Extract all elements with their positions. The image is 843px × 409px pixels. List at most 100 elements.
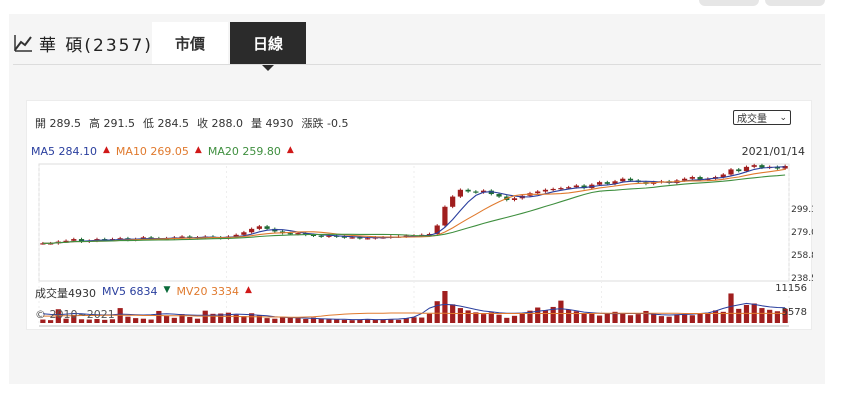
stock-panel: 華 碩(2357) 市價 日線 299.3279.0258.8238.51115… xyxy=(9,14,825,384)
price-candle xyxy=(349,237,355,239)
tab-daily-line[interactable]: 日線 xyxy=(230,22,306,71)
volume-bar xyxy=(596,315,603,323)
top-right-tab[interactable] xyxy=(699,0,759,6)
ma20-up-icon: ▲ xyxy=(286,145,294,155)
volume-bar xyxy=(705,312,711,323)
volume-bar xyxy=(272,318,278,323)
volume-bar xyxy=(736,308,742,323)
volume-bar xyxy=(349,320,355,323)
volume-axis-label: 11156 xyxy=(775,283,807,294)
high-value: 高 291.5 xyxy=(89,117,135,130)
volume-bar xyxy=(372,319,378,323)
price-candle xyxy=(496,194,502,197)
volume-bar xyxy=(140,318,146,323)
price-candle xyxy=(689,177,695,179)
price-candle xyxy=(596,182,603,185)
volume-bar xyxy=(658,316,665,323)
volume-bar xyxy=(194,318,201,323)
mv20-up-icon: ▲ xyxy=(244,285,252,295)
indicator-select-value: 成交量 xyxy=(737,114,767,125)
chart-card: 299.3279.0258.8238.51115655782020/112020… xyxy=(26,100,813,330)
top-right-tabs xyxy=(699,0,825,6)
volume-bar xyxy=(156,310,162,323)
volume-bar xyxy=(295,318,301,323)
top-right-tab[interactable] xyxy=(765,0,825,6)
volume-bar xyxy=(411,317,417,323)
volume-bar xyxy=(326,319,332,323)
price-axis-label: 258.8 xyxy=(791,251,813,261)
price-candle xyxy=(457,189,463,197)
price-candle xyxy=(365,238,371,240)
price-candle xyxy=(450,196,456,207)
volume-bar xyxy=(620,312,626,323)
price-candle xyxy=(71,239,77,241)
volume-bar xyxy=(604,313,610,323)
open-value: 開 289.5 xyxy=(35,117,81,130)
volume-bar xyxy=(334,319,340,323)
change-value: 漲跌 -0.5 xyxy=(301,117,349,130)
price-candle xyxy=(442,206,448,226)
volume-bar xyxy=(666,316,672,323)
ma10-up-icon: ▲ xyxy=(194,145,202,155)
volume-bar xyxy=(442,291,448,323)
volume-bar xyxy=(125,316,131,323)
mv20-value: MV20 3334 xyxy=(176,285,239,298)
volume-axis-label: 5578 xyxy=(782,307,807,318)
volume-bar xyxy=(542,310,549,323)
price-candle xyxy=(249,228,255,233)
volume-bar xyxy=(287,317,293,323)
mv5-value: MV5 6834 xyxy=(102,285,158,298)
volume-bar xyxy=(651,313,657,323)
price-candle xyxy=(535,191,541,194)
price-candle xyxy=(264,226,270,229)
chevron-down-icon: ⌄ xyxy=(779,113,787,123)
price-candle xyxy=(256,226,262,229)
volume-bar xyxy=(589,313,595,323)
volume-bar xyxy=(202,310,208,323)
volume-bar xyxy=(426,313,433,323)
volume-bar xyxy=(187,316,193,323)
price-candle xyxy=(558,188,564,190)
volume-bar xyxy=(457,308,463,323)
low-value: 低 284.5 xyxy=(143,117,189,130)
price-candle xyxy=(682,178,688,181)
volume-label: 成交量4930 xyxy=(35,287,96,300)
trend-line-icon xyxy=(14,35,32,52)
volume-bar xyxy=(635,314,641,323)
volume-bar xyxy=(504,317,510,323)
volume-bar xyxy=(743,304,750,323)
price-candle xyxy=(728,169,734,175)
volume-bar xyxy=(148,319,154,323)
price-candle xyxy=(759,165,765,168)
price-axis-label: 299.3 xyxy=(791,205,813,215)
ma10-value: MA10 269.05 xyxy=(115,145,189,158)
volume-bar xyxy=(496,314,502,323)
copyright-text: © 2010~2021 xyxy=(35,308,115,321)
indicator-select[interactable]: 成交量 ⌄ xyxy=(733,110,791,125)
volume-bar xyxy=(689,315,695,323)
volume-bar xyxy=(712,310,719,323)
ma5-up-icon: ▲ xyxy=(103,145,110,155)
current-date: 2021/01/14 xyxy=(741,145,805,158)
price-info: 開 289.5 高 291.5 低 284.5 收 288.0 量 4930 漲… xyxy=(35,115,348,131)
tab-market-price[interactable]: 市價 xyxy=(152,22,228,64)
price-candle xyxy=(573,185,579,188)
price-candle xyxy=(542,189,549,192)
price-candle xyxy=(295,233,301,235)
volume-bar xyxy=(728,293,734,323)
volume-bar xyxy=(682,314,688,323)
volume-bar xyxy=(519,313,525,323)
volume-value: 量 4930 xyxy=(251,117,294,130)
volume-bar xyxy=(395,319,402,323)
price-candle xyxy=(751,165,757,167)
volume-bar xyxy=(279,316,286,323)
volume-bar xyxy=(465,310,471,323)
price-candle xyxy=(318,235,324,237)
volume-bar xyxy=(697,313,703,323)
price-candle xyxy=(736,169,742,172)
mv5-down-icon: ▼ xyxy=(163,285,171,295)
stock-header: 華 碩(2357) xyxy=(13,22,153,64)
price-candle xyxy=(604,182,610,184)
price-candle xyxy=(627,178,634,181)
volume-bar xyxy=(171,317,177,323)
